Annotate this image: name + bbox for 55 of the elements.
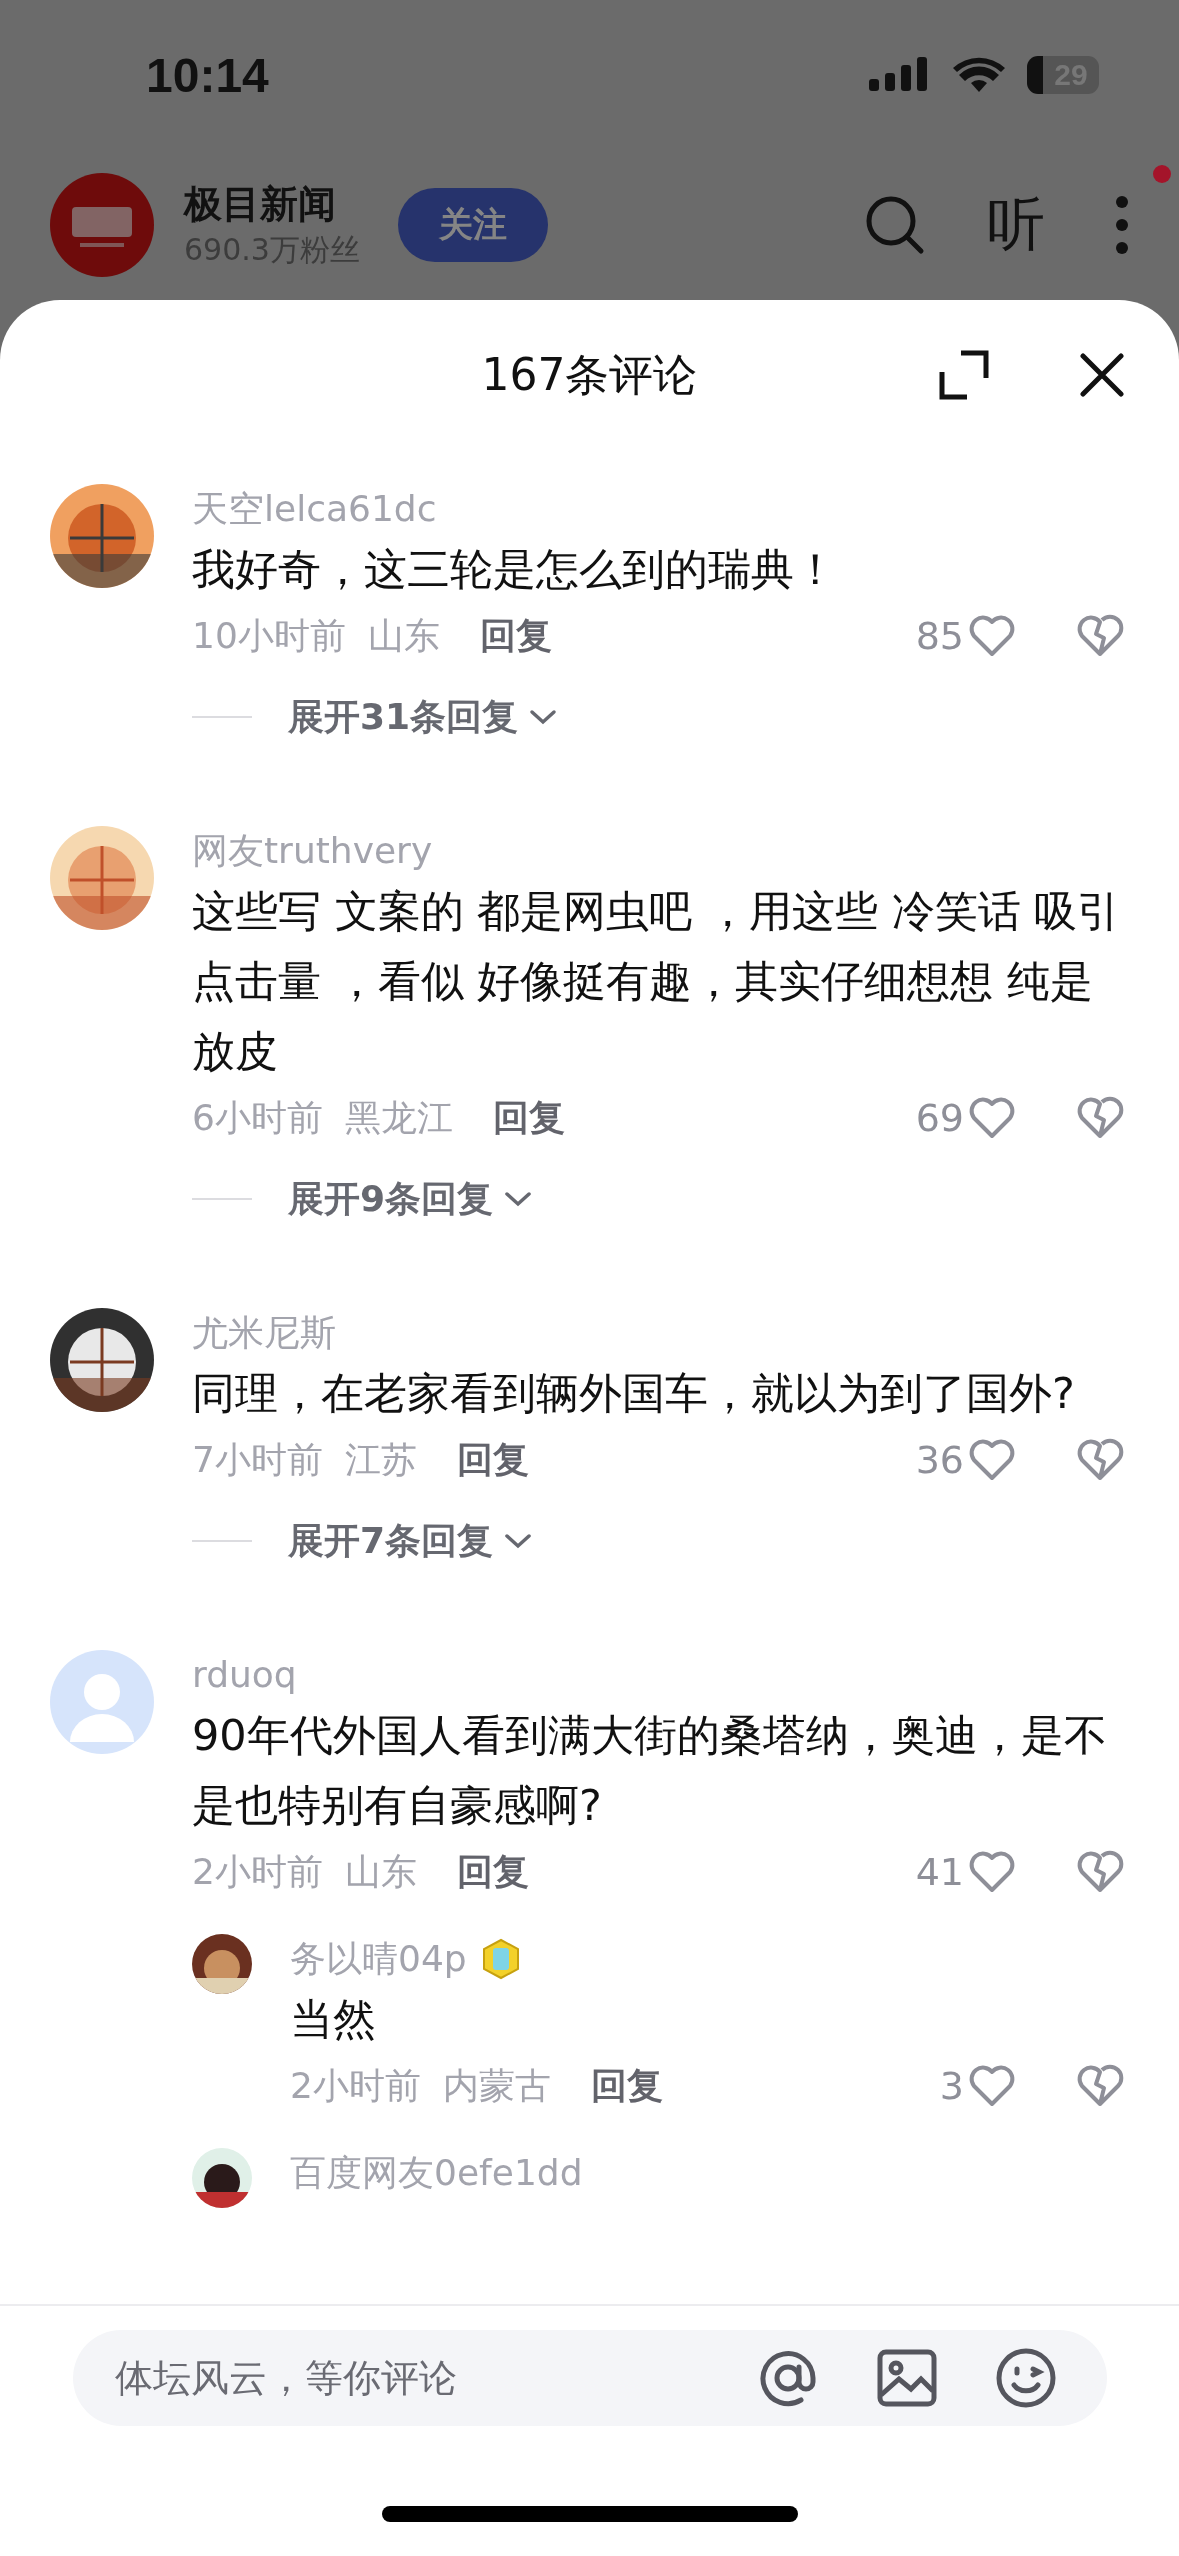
expand-replies-button[interactable]: 展开7条回复 (288, 1516, 534, 1566)
comment-location: 江苏 (344, 1437, 417, 1482)
broken-heart-icon[interactable] (1076, 2064, 1124, 2108)
comment-time: 2小时前 (192, 1849, 323, 1894)
comment-text: 我好奇，这三轮是怎么到的瑞典！ (192, 543, 838, 596)
like-count: 3 (939, 2064, 964, 2108)
fullscreen-icon[interactable] (939, 350, 989, 400)
like-count: 41 (915, 1850, 964, 1894)
follow-button[interactable]: 关注 (397, 188, 548, 262)
like-count: 69 (915, 1096, 964, 1140)
comment-text: 90年代外国人看到满大街的桑塔纳，奥迪，是不是也特别有自豪感啊? (192, 1709, 1108, 1832)
comment-location: 黑龙江 (344, 1095, 453, 1140)
wifi-icon (953, 56, 1005, 94)
like-count: 85 (915, 614, 964, 658)
comment-text: 这些写 文案的 都是网虫吧 ，用这些 冷笑话 吸引点击量 ，看似 好像挺有趣，其实仔细想想 纯是放皮 (192, 885, 1122, 1078)
like-icon[interactable] (968, 614, 1016, 658)
comment-bar[interactable]: 体坛风云，等你评论 (72, 2330, 1107, 2426)
logo-icon (50, 173, 154, 277)
broken-heart-icon[interactable] (1076, 1850, 1124, 1894)
reply-button[interactable]: 回复 (479, 611, 552, 661)
like-icon[interactable] (968, 1850, 1016, 1894)
broken-heart-icon[interactable] (1076, 1438, 1124, 1482)
more-icon[interactable] (1115, 195, 1129, 255)
chevron-down-icon (528, 708, 559, 726)
comment-time: 10小时前 (192, 613, 346, 658)
like-count: 36 (915, 1438, 964, 1482)
reply-button[interactable]: 回复 (492, 1093, 565, 1143)
comment-location: 内蒙古 (442, 2063, 551, 2108)
image-icon[interactable] (876, 2349, 937, 2407)
account-name: 极目新闻 (184, 181, 337, 228)
comment-time: 2小时前 (290, 2063, 421, 2108)
expand-replies-button[interactable]: 展开9条回复 (288, 1174, 534, 1224)
comment-input[interactable]: 体坛风云，等你评论 (112, 2355, 699, 2401)
status-time: 10:14 (146, 47, 270, 103)
comments-title: 167条评论 (481, 347, 698, 402)
comment-time: 6小时前 (192, 1095, 323, 1140)
like-icon[interactable] (968, 1438, 1016, 1482)
broken-heart-icon[interactable] (1076, 1096, 1124, 1140)
reply-button[interactable]: 回复 (456, 1847, 529, 1897)
comment-text: 当然 (290, 1993, 377, 2046)
close-icon[interactable] (1080, 353, 1124, 397)
like-icon[interactable] (968, 2064, 1016, 2108)
chevron-down-icon (503, 1532, 534, 1550)
emoji-icon[interactable] (994, 2347, 1057, 2409)
comment-location: 山东 (344, 1849, 417, 1894)
reply-button[interactable]: 回复 (456, 1435, 529, 1485)
reply-button[interactable]: 回复 (590, 2061, 663, 2111)
like-icon[interactable] (968, 1096, 1016, 1140)
comment-text: 同理，在老家看到辆外国车，就以为到了国外? (192, 1367, 1076, 1420)
chevron-down-icon (503, 1190, 534, 1208)
listen-button[interactable]: 听 (987, 186, 1045, 264)
broken-heart-icon[interactable] (1076, 614, 1124, 658)
expand-replies-button[interactable]: 展开31条回复 (288, 692, 559, 742)
comment-location: 山东 (367, 613, 440, 658)
comment-time: 7小时前 (192, 1437, 323, 1482)
